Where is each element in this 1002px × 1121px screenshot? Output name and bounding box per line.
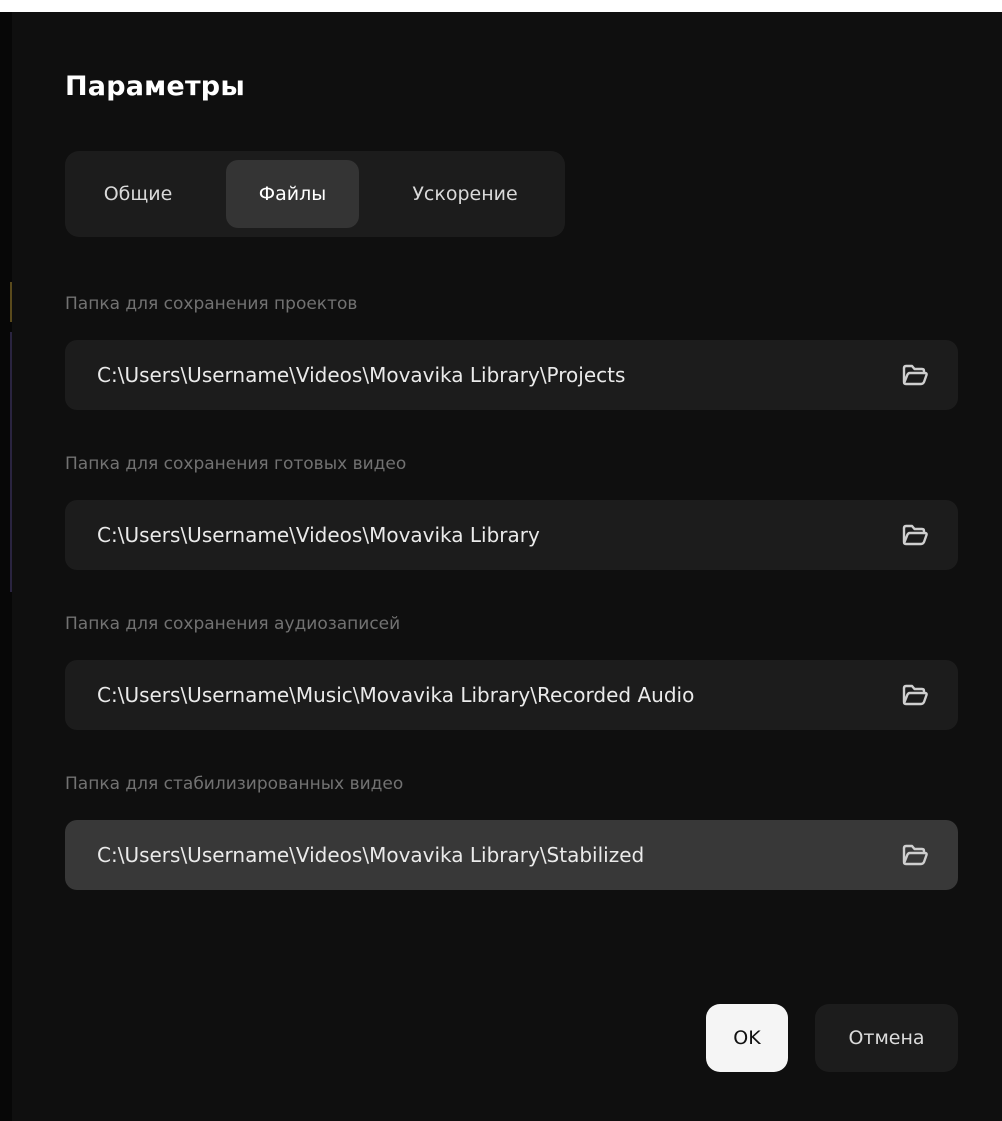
ok-button[interactable]: OK — [706, 1004, 788, 1072]
stabilized-folder-label: Папка для стабилизированных видео — [65, 774, 404, 794]
tab-files[interactable]: Файлы — [226, 160, 359, 228]
videos-folder-path: C:\Users\Username\Videos\Movavika Librar… — [97, 523, 540, 547]
audio-folder-label: Папка для сохранения аудиозаписей — [65, 614, 401, 634]
top-edge-strip — [0, 0, 1002, 12]
left-background-edge — [0, 12, 12, 1121]
audio-folder-path: C:\Users\Username\Music\Movavika Library… — [97, 683, 695, 707]
tab-bar: Общие Файлы Ускорение — [65, 151, 565, 237]
audio-folder-field[interactable]: C:\Users\Username\Music\Movavika Library… — [65, 660, 958, 730]
folder-icon[interactable] — [902, 524, 928, 546]
projects-folder-label: Папка для сохранения проектов — [65, 294, 358, 314]
stabilized-folder-path: C:\Users\Username\Videos\Movavika Librar… — [97, 843, 645, 867]
cancel-button[interactable]: Отмена — [815, 1004, 958, 1072]
settings-window: Параметры Общие Файлы Ускорение Папка дл… — [0, 0, 1002, 1121]
folder-icon[interactable] — [902, 364, 928, 386]
projects-folder-field[interactable]: C:\Users\Username\Videos\Movavika Librar… — [65, 340, 958, 410]
videos-folder-field[interactable]: C:\Users\Username\Videos\Movavika Librar… — [65, 500, 958, 570]
tab-acceleration[interactable]: Ускорение — [381, 160, 549, 228]
settings-dialog: Параметры Общие Файлы Ускорение Папка дл… — [12, 12, 1002, 1121]
tab-general[interactable]: Общие — [76, 160, 200, 228]
folder-icon[interactable] — [902, 844, 928, 866]
dialog-title: Параметры — [65, 71, 245, 102]
projects-folder-path: C:\Users\Username\Videos\Movavika Librar… — [97, 363, 626, 387]
videos-folder-label: Папка для сохранения готовых видео — [65, 454, 407, 474]
folder-icon[interactable] — [902, 684, 928, 706]
stabilized-folder-field[interactable]: C:\Users\Username\Videos\Movavika Librar… — [65, 820, 958, 890]
